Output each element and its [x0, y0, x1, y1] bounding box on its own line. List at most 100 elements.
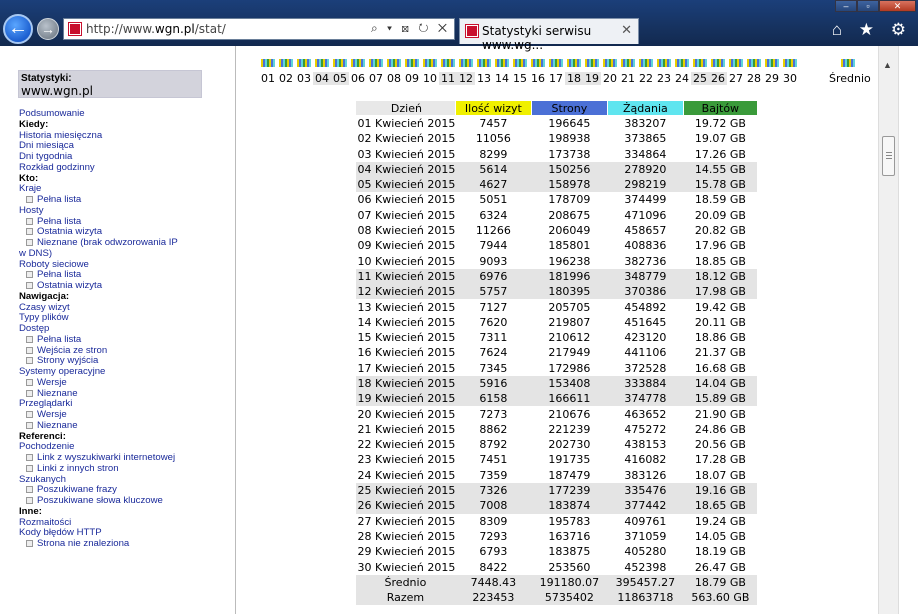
url-text: http://www.wgn.pl/stat/ — [86, 22, 226, 36]
day-label: 11 — [439, 72, 457, 85]
table-cell: 191180.07 — [531, 574, 608, 590]
table-cell: 5735402 — [531, 590, 608, 606]
day-link-29[interactable]: 29 — [763, 59, 781, 87]
day-link-18[interactable]: 18 — [565, 59, 583, 87]
sidebar-item-typy-plik-w[interactable]: Typy plików — [19, 312, 231, 324]
table-row: 01 Kwiecień 2015 7457 196645 383207 19.72 GB — [356, 116, 758, 131]
table-cell: 210676 — [548, 407, 591, 421]
toolbar-icons[interactable]: ⌂ ★ ⚙ — [832, 20, 912, 40]
day-link-23[interactable]: 23 — [655, 59, 673, 87]
vertical-scrollbar[interactable]: ▲ — [878, 46, 918, 614]
sidebar-item-podsumowanie[interactable]: Podsumowanie — [19, 108, 231, 120]
table-cell: 7448.43 — [455, 574, 532, 590]
table-cell: 03 Kwiecień 2015 — [357, 147, 456, 161]
day-link-06[interactable]: 06 — [349, 59, 367, 87]
day-link-10[interactable]: 10 — [421, 59, 439, 87]
day-label: 21 — [621, 72, 635, 85]
table-cell: 7359 — [479, 468, 508, 482]
day-link-16[interactable]: 16 — [529, 59, 547, 87]
table-row: 21 Kwiecień 2015 8862 221239 475272 24.86 GB — [356, 422, 758, 437]
main-content: Średnio 01 02 03 04 05 06 07 08 09 10 11 12 13 14 15 16… — [237, 46, 878, 614]
day-link-04[interactable]: 04 — [313, 59, 331, 87]
table-cell: 6158 — [455, 391, 532, 407]
table-cell: 7451 — [479, 453, 508, 467]
table-cell: 196238 — [548, 254, 591, 268]
sidebar-item-rozk-ad-godzinny[interactable]: Rozkład godzinny — [19, 162, 231, 174]
sidebar-item-label: Pełna lista — [37, 333, 82, 345]
table-cell: 374499 — [624, 193, 667, 207]
table-cell: 183875 — [548, 545, 591, 559]
day-link-01[interactable]: 01 — [259, 59, 277, 87]
day-label: 08 — [387, 72, 401, 85]
table-cell: 19.16 GB — [683, 482, 758, 499]
table-row: 07 Kwiecień 2015 6324 208675 471096 20.09 GB — [356, 208, 758, 223]
header-bytes: Bajtów — [682, 99, 758, 117]
table-cell: 24 Kwiecień 2015 — [357, 468, 456, 482]
day-link-19[interactable]: 19 — [583, 59, 601, 87]
address-bar[interactable]: http://www.wgn.pl/stat/ ⌕ ▾ ⊠ ↻ ✕ — [63, 18, 455, 40]
minimize-button[interactable]: – — [835, 0, 857, 12]
day-label: 19 — [583, 72, 601, 85]
table-row: 29 Kwiecień 2015 6793 183875 405280 18.19 GB — [356, 544, 758, 559]
maximize-button[interactable]: ▫ — [857, 0, 879, 12]
table-cell: 8792 — [479, 438, 508, 452]
day-link-13[interactable]: 13 — [475, 59, 493, 87]
sidebar-item-label: Szukanych — [19, 473, 66, 485]
day-link-08[interactable]: 08 — [385, 59, 403, 87]
table-cell: 7293 — [479, 529, 508, 543]
day-link-09[interactable]: 09 — [403, 59, 421, 87]
table-cell: 17 Kwiecień 2015 — [357, 361, 456, 375]
sidebar-item-poszukiwane-s-owa-kluczowe[interactable]: Poszukiwane słowa kluczowe — [19, 495, 231, 507]
day-link-24[interactable]: 24 — [673, 59, 691, 87]
table-cell: 372528 — [624, 361, 667, 375]
day-link-11[interactable]: 11 — [439, 59, 457, 87]
scrollbar-track[interactable]: ▲ — [879, 46, 899, 614]
table-cell: 24.86 GB — [694, 422, 746, 436]
submenu-icon — [26, 540, 33, 547]
day-mini-bars — [711, 59, 725, 67]
day-label: 10 — [423, 72, 437, 85]
scroll-up-icon[interactable]: ▲ — [883, 60, 892, 70]
day-link-20[interactable]: 20 — [601, 59, 619, 87]
table-row: 17 Kwiecień 2015 7345 172986 372528 16.68 GB — [356, 361, 758, 376]
day-mini-bars — [765, 59, 779, 67]
table-row: 14 Kwiecień 2015 7620 219807 451645 20.11 GB — [356, 315, 758, 330]
address-controls-icon[interactable]: ⌕ ▾ ⊠ ↻ ✕ — [371, 21, 450, 36]
day-link-26[interactable]: 26 — [709, 59, 727, 87]
table-cell: 219807 — [548, 315, 591, 329]
submenu-icon — [26, 196, 33, 203]
forward-button[interactable]: → — [37, 18, 59, 40]
tab-close-icon[interactable]: ✕ — [621, 22, 632, 38]
day-mini-bars — [459, 59, 473, 67]
day-label: 20 — [603, 72, 617, 85]
table-row: 25 Kwiecień 2015 7326 177239 335476 19.16 GB — [355, 482, 758, 499]
scrollbar-thumb[interactable] — [882, 136, 895, 176]
day-link-14[interactable]: 14 — [493, 59, 511, 87]
back-button[interactable]: ← — [3, 14, 33, 44]
table-row: 13 Kwiecień 2015 7127 205705 454892 19.42 GB — [356, 299, 758, 314]
day-link-28[interactable]: 28 — [745, 59, 763, 87]
day-link-05[interactable]: 05 — [331, 59, 349, 87]
sidebar-item-strona-nie-znaleziona[interactable]: Strona nie znaleziona — [19, 538, 231, 550]
day-link-07[interactable]: 07 — [367, 59, 385, 87]
close-window-button[interactable]: ✕ — [879, 0, 916, 12]
day-link-27[interactable]: 27 — [727, 59, 745, 87]
table-cell: 177239 — [531, 482, 608, 499]
day-link-25[interactable]: 25 — [691, 59, 709, 87]
table-cell: 150256 — [531, 161, 608, 177]
day-link-12[interactable]: 12 — [457, 59, 475, 87]
day-link-03[interactable]: 03 — [295, 59, 313, 87]
day-link-15[interactable]: 15 — [511, 59, 529, 87]
table-cell: 18.65 GB — [683, 498, 758, 514]
day-link-02[interactable]: 02 — [277, 59, 295, 87]
tab-statystyki[interactable]: Statystyki serwisu www.wg... ✕ — [459, 18, 639, 52]
sidebar-item-label: Systemy operacyjne — [19, 366, 106, 377]
table-cell: Razem — [355, 590, 456, 606]
day-link-17[interactable]: 17 — [547, 59, 565, 87]
day-link-30[interactable]: 30 — [781, 59, 799, 87]
sidebar-item-pe-na-lista[interactable]: Pełna lista — [19, 194, 231, 206]
day-link-21[interactable]: 21 — [619, 59, 637, 87]
sidebar-item-label: Kiedy: — [19, 118, 49, 130]
table-row: 18 Kwiecień 2015 5916 153408 333884 14.04 GB — [355, 375, 758, 392]
day-link-22[interactable]: 22 — [637, 59, 655, 87]
